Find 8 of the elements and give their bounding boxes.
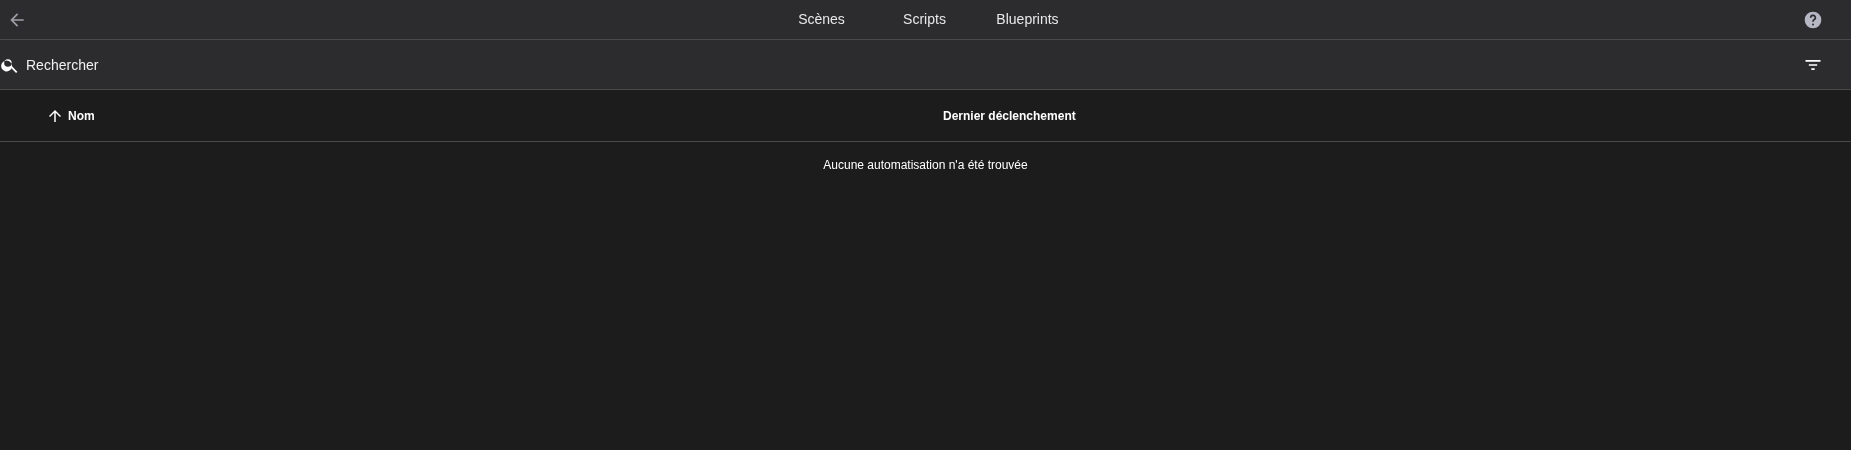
tab[interactable]: Blueprints (976, 0, 1079, 39)
tab[interactable]: Scripts (873, 0, 976, 39)
tab[interactable]: Scènes (770, 0, 873, 39)
help-icon (1803, 9, 1823, 30)
column-header[interactable]: Nom (46, 106, 906, 125)
column-header[interactable]: Dernier déclenchement (943, 108, 1076, 123)
empty-message: Aucune automatisation n'a été trouvée (823, 158, 1028, 172)
search-bar[interactable]: Rechercher (0, 40, 1851, 90)
